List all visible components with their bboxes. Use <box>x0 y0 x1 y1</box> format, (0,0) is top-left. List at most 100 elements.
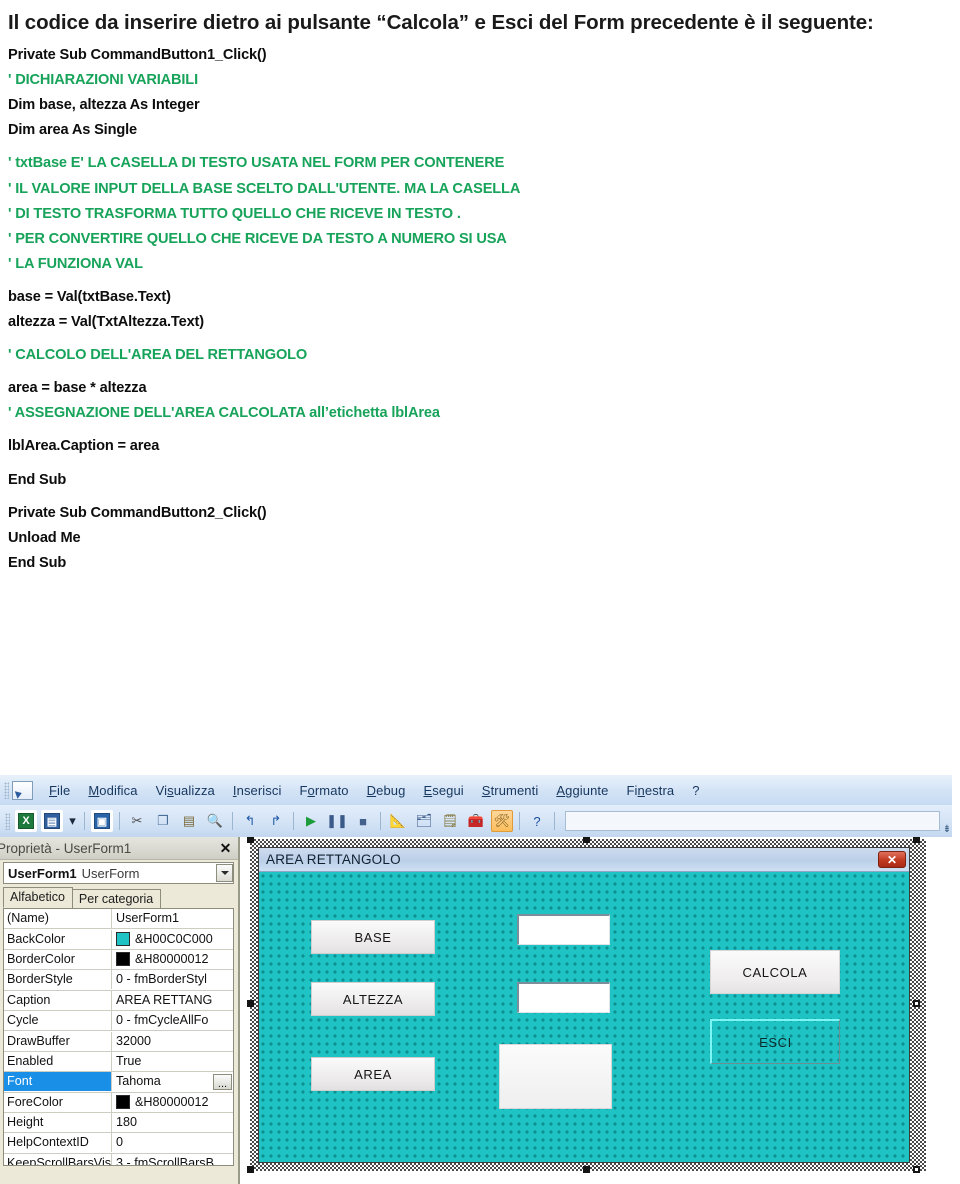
property-value-text: 3 - fmScrollBarsB <box>116 1155 214 1166</box>
view-excel-icon[interactable]: X <box>15 810 37 832</box>
menu-item-visualizza[interactable]: Visualizza <box>147 781 224 800</box>
properties-title-bar: Proprietà - UserForm1 ✕ <box>0 837 238 860</box>
ellipsis-button[interactable]: ... <box>213 1073 232 1090</box>
code-comment-line: ' DI TESTO TRASFORMA TUTTO QUELLO CHE RI… <box>8 205 461 222</box>
property-value[interactable]: &H00C0C000 <box>112 930 233 949</box>
property-value[interactable]: 32000 <box>112 1032 233 1051</box>
textbox-altezza[interactable] <box>517 982 610 1013</box>
tab-per-categoria[interactable]: Per categoria <box>71 889 162 908</box>
property-row[interactable]: DrawBuffer 32000 <box>4 1031 233 1052</box>
close-icon[interactable]: ✕ <box>878 851 906 868</box>
toolbar-overflow-icon[interactable]: ⇟ <box>942 824 952 837</box>
property-row[interactable]: Font Tahoma... <box>4 1072 233 1093</box>
code-comment-line: ' ASSEGNAZIONE DELL'AREA CALCOLATA all’e… <box>8 405 440 422</box>
save-icon[interactable]: ▣ <box>91 810 113 832</box>
resize-handle-n[interactable] <box>583 837 590 843</box>
property-value[interactable]: &H80000012 <box>112 950 233 969</box>
menu-item-file[interactable]: File <box>40 781 79 800</box>
property-name: BorderStyle <box>4 970 112 990</box>
resize-handle-sw[interactable] <box>247 1166 254 1173</box>
property-value[interactable]: 0 - fmBorderStyl <box>112 970 233 989</box>
userform-designer: AREA RETTANGOLO ✕ BASE ALTEZZA AREA CALC… <box>242 837 952 1184</box>
label-altezza[interactable]: ALTEZZA <box>311 982 435 1016</box>
form-selection-frame[interactable]: AREA RETTANGOLO ✕ BASE ALTEZZA AREA CALC… <box>247 837 926 1173</box>
property-name: ForeColor <box>4 1092 112 1112</box>
toolbar-separator <box>519 812 520 830</box>
code-line: End Sub <box>8 554 67 571</box>
menu-item-formato[interactable]: Formato <box>290 781 357 800</box>
menu-item-debug[interactable]: Debug <box>358 781 415 800</box>
property-value[interactable]: True <box>112 1052 233 1071</box>
resize-handle-se[interactable] <box>913 1166 920 1173</box>
property-name: Enabled <box>4 1051 112 1071</box>
undo-icon[interactable]: ↰ <box>239 810 261 832</box>
redo-icon[interactable]: ↱ <box>265 810 287 832</box>
property-row[interactable]: HelpContextID 0 <box>4 1133 233 1154</box>
property-row[interactable]: Cycle 0 - fmCycleAllFo <box>4 1011 233 1032</box>
copy-icon[interactable]: ❐ <box>152 810 174 832</box>
insert-userform-icon[interactable]: ▤ <box>41 810 63 832</box>
label-area-result[interactable] <box>499 1044 612 1109</box>
find-icon[interactable]: 🔍 <box>204 810 226 832</box>
menu-item-modifica[interactable]: Modifica <box>79 781 146 800</box>
pause-icon[interactable]: ❚❚ <box>326 810 348 832</box>
property-row[interactable]: BorderColor &H80000012 <box>4 949 233 971</box>
properties-tabs: Alfabetico Per categoria <box>3 887 238 908</box>
project-explorer-icon[interactable]: 🗂 <box>413 810 435 832</box>
property-row[interactable]: BorderStyle 0 - fmBorderStyl <box>4 970 233 991</box>
property-row[interactable]: Enabled True <box>4 1051 233 1073</box>
property-row[interactable]: BackColor &H00C0C000 <box>4 929 233 950</box>
close-icon[interactable]: ✕ <box>217 840 234 857</box>
property-row[interactable]: Caption AREA RETTANG <box>4 990 233 1011</box>
property-value[interactable]: 0 - fmCycleAllFo <box>112 1011 233 1030</box>
resize-handle-s[interactable] <box>583 1166 590 1173</box>
button-esci[interactable]: ESCI <box>710 1019 840 1064</box>
designer-canvas: AREA RETTANGOLO ✕ BASE ALTEZZA AREA CALC… <box>246 837 936 1177</box>
menu-item-inserisci[interactable]: Inserisci <box>224 781 291 800</box>
color-swatch <box>116 932 130 947</box>
menu-item-strumenti[interactable]: Strumenti <box>473 781 548 800</box>
design-mode-icon[interactable]: 📐 <box>387 810 409 832</box>
property-value[interactable]: UserForm1 <box>112 909 233 928</box>
property-value[interactable]: AREA RETTANG <box>112 991 233 1010</box>
cut-icon[interactable]: ✂ <box>126 810 148 832</box>
menu-item-aggiunte[interactable]: Aggiunte <box>547 781 617 800</box>
menu-item-[interactable]: ? <box>683 781 708 800</box>
resize-handle-w[interactable] <box>247 1000 254 1007</box>
label-base[interactable]: BASE <box>311 920 435 954</box>
menu-item-esegui[interactable]: Esegui <box>414 781 472 800</box>
property-value[interactable]: Tahoma... <box>112 1072 233 1091</box>
paste-icon[interactable]: ▤ <box>178 810 200 832</box>
property-value-text: &H80000012 <box>135 1094 209 1109</box>
property-row[interactable]: (Name) UserForm1 <box>4 909 233 930</box>
dropdown-arrow-icon[interactable]: ▾ <box>67 810 78 832</box>
tab-alfabetico[interactable]: Alfabetico <box>3 887 73 908</box>
resize-handle-e[interactable] <box>913 1000 920 1007</box>
object-selector-combobox[interactable]: UserForm1 UserForm <box>3 862 234 884</box>
properties-window-icon[interactable]: 🗒 <box>439 810 461 832</box>
run-icon[interactable]: ▶ <box>300 810 322 832</box>
resize-handle-nw[interactable] <box>247 837 254 843</box>
label-area[interactable]: AREA <box>311 1057 435 1091</box>
object-browser-icon[interactable]: 🧰 <box>465 810 487 832</box>
property-row[interactable]: ForeColor &H80000012 <box>4 1092 233 1113</box>
stop-icon[interactable]: ■ <box>352 810 374 832</box>
toolbox-icon[interactable]: 🛠 <box>491 810 513 832</box>
property-value[interactable]: &H80000012 <box>112 1093 233 1112</box>
toolbar-grip-2[interactable] <box>5 812 10 830</box>
toolbar-grip[interactable] <box>4 781 9 799</box>
menu-item-finestra[interactable]: Finestra <box>617 781 683 800</box>
object-name: UserForm1 <box>8 865 77 881</box>
property-row[interactable]: Height 180 <box>4 1113 233 1134</box>
resize-handle-ne[interactable] <box>913 837 920 843</box>
property-value[interactable]: 0 <box>112 1133 233 1152</box>
property-value[interactable]: 180 <box>112 1113 233 1132</box>
help-icon[interactable]: ? <box>526 810 548 832</box>
property-value-text: 0 - fmBorderStyl <box>116 972 207 987</box>
chevron-down-icon[interactable] <box>216 864 233 882</box>
textbox-base[interactable] <box>517 914 610 945</box>
button-calcola[interactable]: CALCOLA <box>710 950 840 994</box>
property-row[interactable]: KeepScrollBarsVisi 3 - fmScrollBarsB <box>4 1153 233 1166</box>
property-value[interactable]: 3 - fmScrollBarsB <box>112 1154 233 1166</box>
